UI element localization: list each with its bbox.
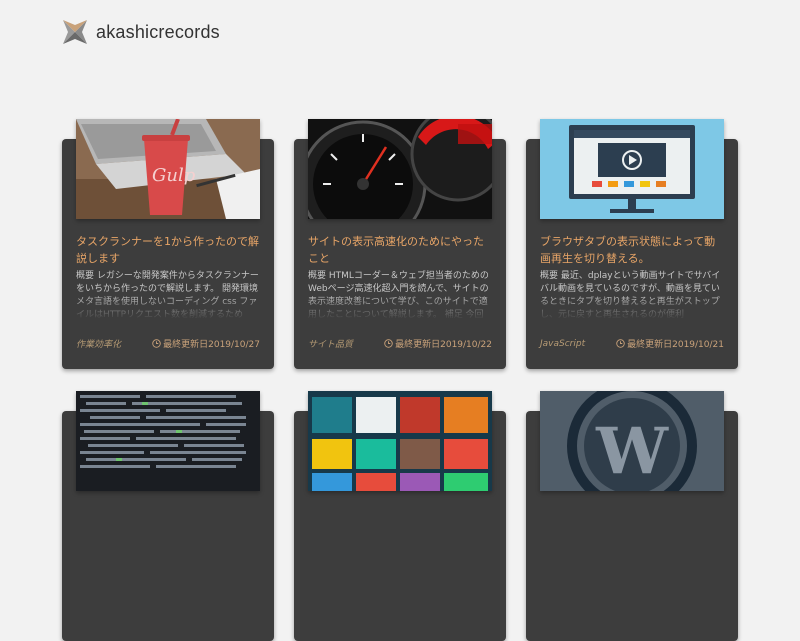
- clock-icon: [152, 339, 161, 348]
- gulp-cup-laptop-icon: Gulp: [76, 119, 260, 219]
- post-card[interactable]: Gulp タスクランナーを1から作ったので解説します 概要 レガシーな開発案件か…: [62, 119, 274, 369]
- post-title[interactable]: サイトの表示高速化のためにやったこと: [308, 233, 492, 267]
- post-card[interactable]: W: [526, 391, 738, 641]
- post-date-label: 最終更新日2019/10/22: [395, 340, 492, 350]
- post-excerpt: 概要 レガシーな開発案件からタスクランナーをいちから作ったので解説します。 開発…: [76, 271, 260, 320]
- post-meta: JavaScript 最終更新日2019/10/21: [540, 337, 724, 351]
- code-screen-icon: [76, 391, 260, 491]
- speedometer-icon: [308, 119, 492, 219]
- post-excerpt: 概要 HTMLコーダー＆ウェブ担当者のためのWebページ高速化超入門を読んで、サ…: [308, 270, 492, 320]
- post-meta: 作業効率化 最終更新日2019/10/27: [76, 337, 260, 350]
- post-category[interactable]: JavaScript: [540, 339, 585, 349]
- site-name[interactable]: akashicrecords: [96, 22, 220, 43]
- post-card[interactable]: [294, 391, 506, 641]
- post-thumbnail[interactable]: [76, 391, 260, 491]
- site-header: akashicrecords: [62, 18, 220, 46]
- post-meta: サイト品質 最終更新日2019/10/22: [308, 337, 492, 350]
- post-thumbnail[interactable]: Gulp: [76, 119, 260, 219]
- post-category[interactable]: サイト品質: [308, 337, 353, 350]
- logo-icon[interactable]: [62, 19, 88, 45]
- post-thumbnail[interactable]: [308, 391, 492, 491]
- post-date: 最終更新日2019/10/22: [384, 337, 492, 350]
- svg-text:W: W: [595, 414, 669, 489]
- color-cards-icon: [308, 391, 492, 491]
- post-card[interactable]: サイトの表示高速化のためにやったこと 概要 HTMLコーダー＆ウェブ担当者のため…: [294, 119, 506, 369]
- post-excerpt: 概要 最近、dplayという動画サイトでサバイバル動画を見ているのですが、動画を…: [540, 270, 724, 320]
- post-date: 最終更新日2019/10/21: [616, 337, 724, 350]
- post-card[interactable]: [62, 391, 274, 641]
- post-thumbnail[interactable]: [308, 119, 492, 219]
- wordpress-logo-icon: W: [540, 391, 724, 491]
- svg-text:Gulp: Gulp: [152, 165, 196, 186]
- post-date-label: 最終更新日2019/10/21: [627, 340, 724, 350]
- post-title[interactable]: ブラウザタブの表示状態によって動画再生を切り替える。: [540, 233, 724, 267]
- post-card[interactable]: ブラウザタブの表示状態によって動画再生を切り替える。 概要 最近、dplayとい…: [526, 119, 738, 369]
- post-category[interactable]: 作業効率化: [76, 337, 121, 350]
- post-thumbnail[interactable]: W: [540, 391, 724, 491]
- video-monitor-icon: [540, 119, 724, 219]
- clock-icon: [384, 339, 393, 348]
- post-date-label: 最終更新日2019/10/27: [163, 340, 260, 350]
- post-title[interactable]: タスクランナーを1から作ったので解説します: [76, 233, 260, 267]
- post-date: 最終更新日2019/10/27: [152, 337, 260, 350]
- clock-icon: [616, 339, 625, 348]
- post-thumbnail[interactable]: [540, 119, 724, 219]
